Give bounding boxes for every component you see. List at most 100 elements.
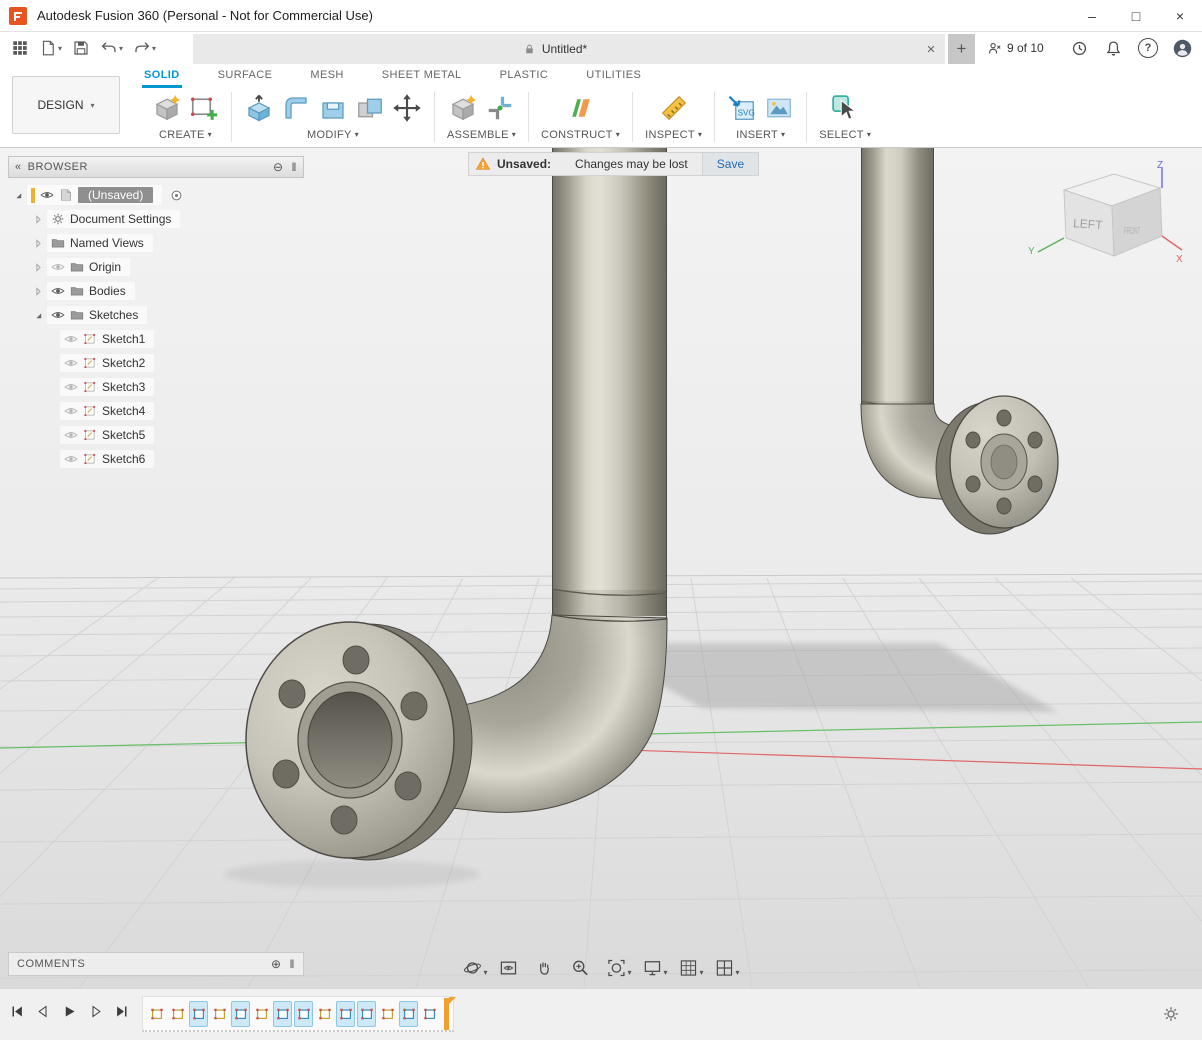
eye-off-icon[interactable] bbox=[64, 404, 78, 418]
create-menu[interactable]: CREATE▾ bbox=[159, 129, 212, 141]
zoom-window-tool[interactable]: ▾ bbox=[607, 958, 632, 978]
timeline-feature[interactable] bbox=[147, 1001, 166, 1027]
tree-row-sketch5[interactable]: Sketch5 bbox=[8, 423, 304, 447]
tree-row-sketch1[interactable]: Sketch1 bbox=[8, 327, 304, 351]
timeline-feature[interactable] bbox=[399, 1001, 418, 1027]
tab-solid[interactable]: SOLID bbox=[142, 64, 182, 88]
timeline-options-gear-icon[interactable] bbox=[1162, 1005, 1180, 1023]
display-settings[interactable]: ▾ bbox=[643, 958, 668, 978]
pan-tool[interactable]: ▾ bbox=[534, 958, 559, 978]
profile-avatar[interactable] bbox=[1173, 39, 1192, 58]
tree-row-sketches[interactable]: Sketches bbox=[8, 303, 304, 327]
move-copy-icon[interactable] bbox=[392, 93, 422, 123]
joint-icon[interactable] bbox=[485, 93, 515, 123]
job-status[interactable]: 9 of 10 bbox=[986, 32, 1044, 64]
notifications-bell-icon[interactable] bbox=[1104, 39, 1123, 58]
timeline-feature[interactable] bbox=[210, 1001, 229, 1027]
timeline-feature[interactable] bbox=[168, 1001, 187, 1027]
timeline-feature[interactable] bbox=[252, 1001, 271, 1027]
eye-off-icon[interactable] bbox=[64, 428, 78, 442]
tree-row-sketch2[interactable]: Sketch2 bbox=[8, 351, 304, 375]
root-document-label[interactable]: (Unsaved) bbox=[78, 187, 153, 203]
timeline-feature[interactable] bbox=[273, 1001, 292, 1027]
comments-panel[interactable]: COMMENTS ⊕ ‖ bbox=[8, 952, 304, 976]
timeline-feature[interactable] bbox=[231, 1001, 250, 1027]
play-button[interactable] bbox=[62, 1004, 77, 1019]
grid-settings[interactable]: ▾ bbox=[679, 958, 704, 978]
insert-svg-icon[interactable]: SVG bbox=[727, 93, 757, 123]
document-tab-close-button[interactable]: × bbox=[917, 34, 945, 64]
tree-row-document-settings[interactable]: Document Settings bbox=[8, 207, 304, 231]
eye-icon[interactable] bbox=[51, 284, 65, 298]
fillet-icon[interactable] bbox=[281, 93, 311, 123]
timeline-feature[interactable] bbox=[357, 1001, 376, 1027]
tree-row-sketch4[interactable]: Sketch4 bbox=[8, 399, 304, 423]
inspect-menu[interactable]: INSPECT▾ bbox=[645, 129, 702, 141]
expand-closed-icon[interactable] bbox=[32, 261, 45, 274]
tab-mesh[interactable]: MESH bbox=[308, 64, 345, 88]
eye-icon[interactable] bbox=[40, 188, 54, 202]
construct-menu[interactable]: CONSTRUCT▾ bbox=[541, 129, 620, 141]
expand-open-icon[interactable] bbox=[12, 189, 25, 202]
construction-plane-icon[interactable] bbox=[566, 93, 596, 123]
measure-icon[interactable] bbox=[659, 93, 689, 123]
insert-canvas-icon[interactable] bbox=[764, 93, 794, 123]
timeline-track[interactable] bbox=[142, 996, 454, 1032]
workspace-selector[interactable]: DESIGN ▾ bbox=[12, 76, 120, 134]
select-menu[interactable]: SELECT▾ bbox=[819, 129, 871, 141]
new-component-icon[interactable] bbox=[152, 93, 182, 123]
close-button[interactable]: × bbox=[1158, 0, 1202, 31]
orbit-tool[interactable]: ▾ bbox=[462, 958, 487, 978]
look-at-tool[interactable]: ▾ bbox=[498, 958, 523, 978]
collapse-panel-icon[interactable]: « bbox=[15, 161, 22, 173]
timeline-feature[interactable] bbox=[420, 1001, 439, 1027]
select-tool-icon[interactable] bbox=[830, 93, 860, 123]
step-back-button[interactable] bbox=[36, 1004, 51, 1019]
expand-closed-icon[interactable] bbox=[32, 285, 45, 298]
comments-grip-icon[interactable]: ‖ bbox=[290, 957, 295, 971]
viewport-3d[interactable]: « BROWSER ⊖ ‖ (Unsaved) Document bbox=[0, 148, 1202, 988]
file-menu-button[interactable]: ▾ bbox=[36, 35, 65, 61]
go-to-start-button[interactable] bbox=[10, 1004, 25, 1019]
panel-grip-icon[interactable]: ‖ bbox=[292, 160, 297, 174]
eye-off-icon[interactable] bbox=[51, 260, 65, 274]
eye-icon[interactable] bbox=[51, 308, 65, 322]
timeline-feature[interactable] bbox=[315, 1001, 334, 1027]
tree-row-named-views[interactable]: Named Views bbox=[8, 231, 304, 255]
create-sketch-icon[interactable] bbox=[189, 93, 219, 123]
new-document-tab-button[interactable]: + bbox=[948, 34, 975, 64]
timeline-feature[interactable] bbox=[336, 1001, 355, 1027]
timeline-feature[interactable] bbox=[294, 1001, 313, 1027]
undo-button[interactable]: ▾ bbox=[97, 35, 126, 61]
combine-icon[interactable] bbox=[355, 93, 385, 123]
expand-open-icon[interactable] bbox=[32, 309, 45, 322]
viewports[interactable]: ▾ bbox=[715, 958, 740, 978]
tab-sheet-metal[interactable]: SHEET METAL bbox=[380, 64, 464, 88]
tree-root-row[interactable]: (Unsaved) bbox=[8, 183, 304, 207]
tab-plastic[interactable]: PLASTIC bbox=[498, 64, 551, 88]
timeline-feature[interactable] bbox=[189, 1001, 208, 1027]
assemble-new-component-icon[interactable] bbox=[448, 93, 478, 123]
insert-menu[interactable]: INSERT▾ bbox=[736, 129, 785, 141]
shell-icon[interactable] bbox=[318, 93, 348, 123]
tree-row-sketch6[interactable]: Sketch6 bbox=[8, 447, 304, 471]
zoom-tool[interactable]: ▾ bbox=[570, 958, 595, 978]
go-to-end-button[interactable] bbox=[114, 1004, 129, 1019]
eye-off-icon[interactable] bbox=[64, 356, 78, 370]
document-tab[interactable]: Untitled* bbox=[193, 34, 917, 64]
expand-closed-icon[interactable] bbox=[32, 237, 45, 250]
redo-button[interactable]: ▾ bbox=[130, 35, 159, 61]
timeline-feature[interactable] bbox=[378, 1001, 397, 1027]
eye-off-icon[interactable] bbox=[64, 380, 78, 394]
save-link-button[interactable]: Save bbox=[702, 153, 758, 175]
recent-activity-icon[interactable] bbox=[1070, 39, 1089, 58]
expand-closed-icon[interactable] bbox=[32, 213, 45, 226]
tree-row-sketch3[interactable]: Sketch3 bbox=[8, 375, 304, 399]
assemble-menu[interactable]: ASSEMBLE▾ bbox=[447, 129, 516, 141]
maximize-button[interactable]: □ bbox=[1114, 0, 1158, 31]
tree-row-origin[interactable]: Origin bbox=[8, 255, 304, 279]
panel-minimize-icon[interactable]: ⊖ bbox=[273, 160, 284, 174]
tab-surface[interactable]: SURFACE bbox=[216, 64, 275, 88]
help-button[interactable]: ? bbox=[1138, 38, 1158, 58]
eye-off-icon[interactable] bbox=[64, 452, 78, 466]
